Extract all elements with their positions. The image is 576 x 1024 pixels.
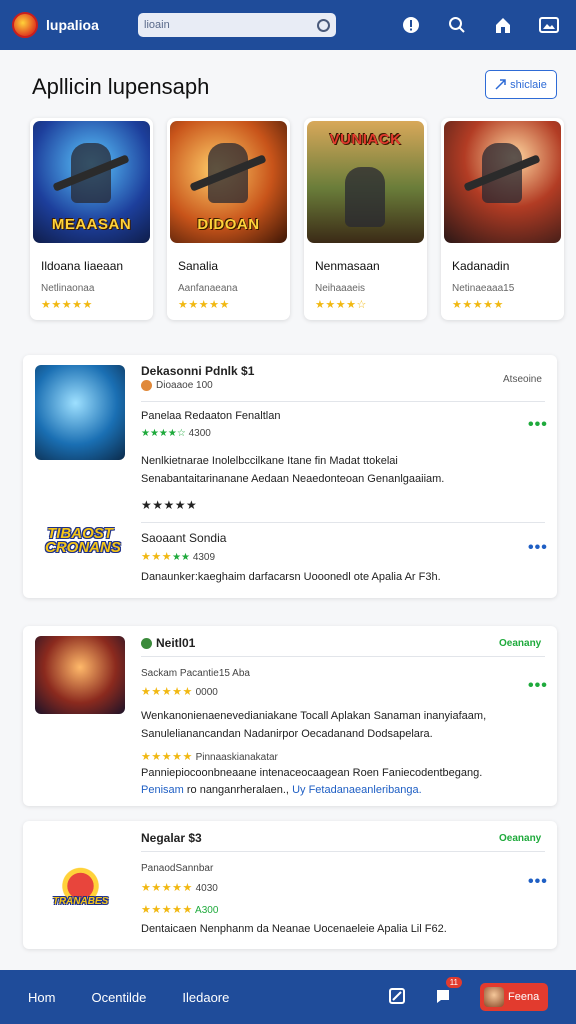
game-thumbnail xyxy=(444,121,561,243)
more-options-icon[interactable]: ••• xyxy=(528,417,548,433)
app-name: lupalioa xyxy=(46,17,99,33)
game-description: Senabantaitarinanane Aedaan Neaedonteoan… xyxy=(141,473,445,485)
notification-badge: 11 xyxy=(445,977,462,988)
game-list-card[interactable]: TRANABES Negalar $3 Oeanany PanaodSannba… xyxy=(23,821,557,949)
top-icons xyxy=(400,14,564,36)
edit-icon[interactable] xyxy=(388,987,408,1007)
main-content: Apllicin lupensaph shiclaie MEAASAN Ildo… xyxy=(0,50,576,970)
image-icon[interactable] xyxy=(538,14,560,36)
app-logo-icon[interactable] xyxy=(12,12,38,38)
link[interactable]: Penisam xyxy=(141,784,184,796)
thumbnail-title: MEAASAN xyxy=(51,216,132,233)
profile-button[interactable]: Feena xyxy=(480,983,548,1011)
avatar xyxy=(484,987,504,1007)
game-logo: TRANABES xyxy=(53,861,108,911)
thumbnail-title: DIDOAN xyxy=(197,216,260,233)
thumbnail-title: VUNIACK xyxy=(329,131,402,148)
more-options-icon[interactable]: ••• xyxy=(528,874,548,890)
game-name: Ildoana Iiaeaan xyxy=(41,259,124,273)
divider xyxy=(141,401,545,402)
featured-card[interactable]: VUNIACK Nenmasaan Neihaaaeis ★★★★☆ xyxy=(304,118,427,320)
game-rating: ★★★★☆ 4300 xyxy=(141,428,211,439)
search-icon[interactable] xyxy=(446,14,468,36)
game-description: Danaunker:kaeghaim darfacarsn Uooonedl o… xyxy=(141,571,441,583)
game-description: Dentaicaen Nenphanm da Neanae Uocenaelei… xyxy=(141,923,447,935)
featured-card[interactable]: MEAASAN Ildoana Iiaeaan Netlinaonaa ★★★★… xyxy=(30,118,153,320)
rating-stars: ★★★★★ xyxy=(452,299,504,311)
rating-stars: ★★★★☆ xyxy=(315,299,367,311)
game-thumbnail xyxy=(35,365,125,460)
top-app-bar: lupalioa xyxy=(0,0,576,50)
card-status: Oeanany xyxy=(499,638,542,649)
game-logo: TIBAOST CRONANS xyxy=(45,525,121,556)
rating-stars: ★★★★★ xyxy=(41,299,93,311)
publisher-icon xyxy=(141,380,152,391)
notifications-icon[interactable]: 11 xyxy=(434,977,462,1007)
rating-stars: ★★★★★ xyxy=(178,299,230,311)
game-description: Wenkanonienaenevedianiakane Tocall Aplak… xyxy=(141,710,487,722)
card-status: Atseoine xyxy=(503,374,542,385)
publisher-icon xyxy=(141,638,152,650)
more-options-icon[interactable]: ••• xyxy=(528,540,548,556)
game-list-card[interactable]: Neitl01 Oeanany Sackam Pacantie15 Aba ★★… xyxy=(23,626,557,806)
game-description: Nenlkietnarae Inolelbccilkane Itane fin … xyxy=(141,455,398,467)
featured-card[interactable]: Kadanadin Netinaeaaa15 ★★★★★ xyxy=(441,118,564,320)
home-icon[interactable] xyxy=(492,14,514,36)
bottom-nav-bar: Hom Ocentilde Iledaore 11 Feena xyxy=(0,970,576,1024)
game-rating: ★★★★★ 4030 xyxy=(141,882,218,894)
game-subtitle: Aanfanaeana xyxy=(178,283,238,294)
search-clear-icon[interactable] xyxy=(317,18,330,32)
game-rating: ★★★★★ A300 xyxy=(141,904,219,916)
share-label: shiclaie xyxy=(510,78,547,91)
game-row-label: Panelaa Redaaton Fenaltlan xyxy=(141,410,281,422)
game-rating: ★★★★★ 4309 xyxy=(141,551,216,563)
bottom-icons: 11 Feena xyxy=(388,977,548,1011)
rating-stars: ★★★★★ xyxy=(141,498,198,512)
game-subtitle: Netinaeaaa15 xyxy=(452,283,515,294)
nav-item-second[interactable]: Ocentilde xyxy=(91,990,146,1005)
game-thumbnail: DIDOAN xyxy=(170,121,287,243)
game-subtitle: Netlinaonaa xyxy=(41,283,95,294)
game-rating: ★★★★★ 0000 xyxy=(141,686,218,698)
game-thumbnail xyxy=(35,636,125,714)
divider xyxy=(141,656,545,657)
game-title: Saoaant Sondia xyxy=(141,531,227,545)
featured-card[interactable]: DIDOAN Sanalia Aanfanaeana ★★★★★ xyxy=(167,118,290,320)
link[interactable]: Uy Fetadanaeanleribanga. xyxy=(292,784,422,796)
game-thumbnail: MEAASAN xyxy=(33,121,150,243)
game-name: Nenmasaan xyxy=(315,259,380,273)
game-name: Sanalia xyxy=(178,259,219,273)
game-title: Neitl01 xyxy=(141,636,195,650)
game-rating: ★★★★★ Pinnaaskianakatar xyxy=(141,751,278,763)
more-options-icon[interactable]: ••• xyxy=(528,678,548,694)
game-list-card[interactable]: Dekasonni Pdnlk $1 Dioaaoe 100 Atseoine … xyxy=(23,355,557,598)
page-title: Apllicin lupensaph xyxy=(32,74,210,99)
game-title: Dekasonni Pdnlk $1 xyxy=(141,364,255,378)
nav-item-home[interactable]: Hom xyxy=(28,990,55,1005)
game-name: Kadanadin xyxy=(452,259,510,273)
game-row-label: Sackam Pacantie15 Aba xyxy=(141,668,250,679)
game-description: Sanulelianancandan Nadanirpor Oecadanand… xyxy=(141,728,433,740)
share-button[interactable]: shiclaie xyxy=(485,70,557,99)
nav-item-third[interactable]: Iledaore xyxy=(182,990,229,1005)
card-status: Oeanany xyxy=(499,833,542,844)
game-title: Negalar $3 xyxy=(141,831,202,845)
divider xyxy=(141,522,545,523)
search-box[interactable] xyxy=(138,13,336,37)
game-subtitle: Neihaaaeis xyxy=(315,283,366,294)
search-input[interactable] xyxy=(144,19,304,31)
profile-label: Feena xyxy=(508,991,540,1003)
game-thumbnail: VUNIACK xyxy=(307,121,424,243)
game-meta: Dioaaoe 100 xyxy=(141,380,213,391)
soldier-figure xyxy=(345,167,385,227)
info-icon[interactable] xyxy=(400,14,422,36)
featured-games: MEAASAN Ildoana Iiaeaan Netlinaonaa ★★★★… xyxy=(30,118,564,320)
game-links: Penisam ro nanganrheralaen., Uy Fetadana… xyxy=(141,784,422,796)
game-row-label: PanaodSannbar xyxy=(141,863,214,874)
game-description: Panniepiocoonbneaane intenaceocaagean Ro… xyxy=(141,767,483,779)
share-icon xyxy=(495,79,506,90)
divider xyxy=(141,851,545,852)
